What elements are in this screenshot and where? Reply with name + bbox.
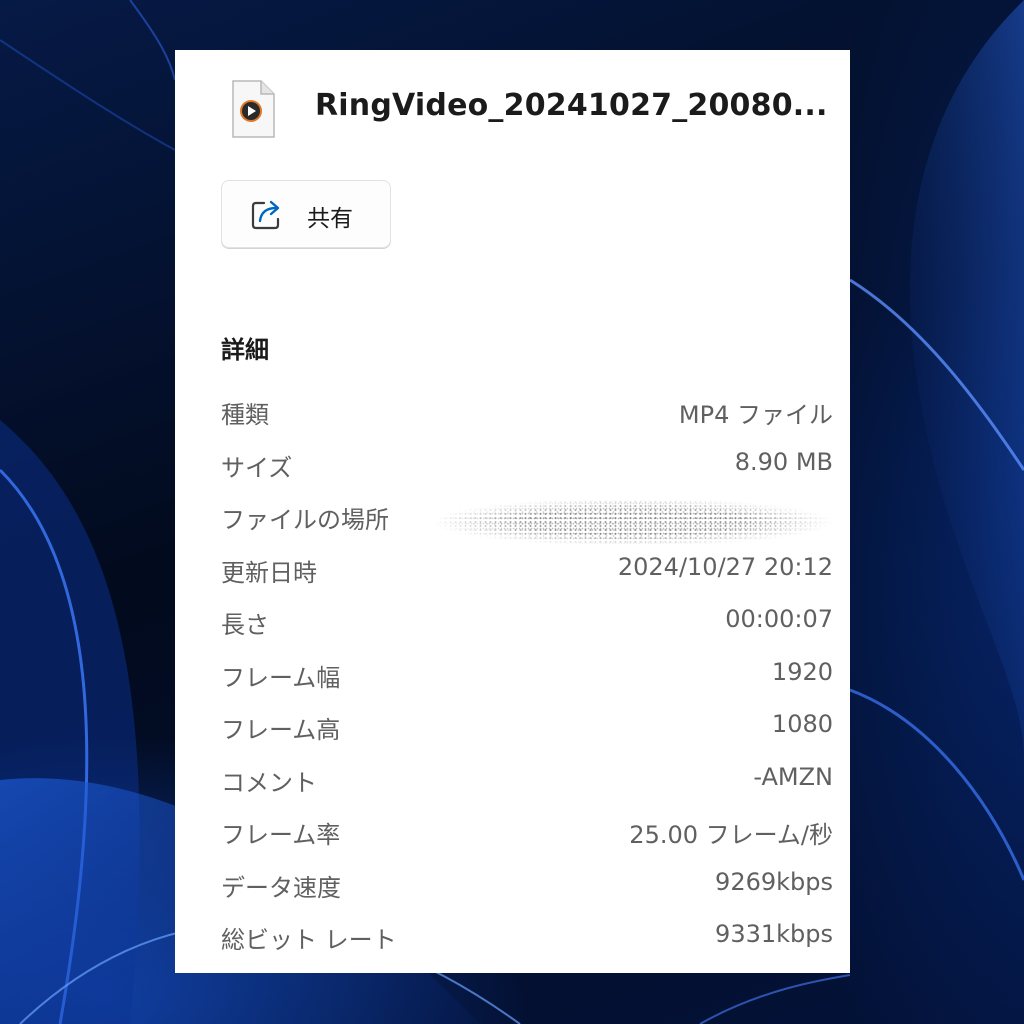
detail-value: 25.00 フレーム/秒 <box>629 821 833 849</box>
detail-row-frame-height: フレーム高 1080 <box>221 700 833 753</box>
detail-label: サイズ <box>221 453 293 482</box>
file-header: RingVideo_20241027_20080... <box>227 80 837 140</box>
detail-label: 総ビット レート <box>221 926 397 954</box>
share-label: 共有 <box>307 206 353 232</box>
detail-label: フレーム率 <box>221 821 341 849</box>
detail-value: 9331kbps <box>715 920 833 948</box>
file-name: RingVideo_20241027_20080... <box>315 88 828 123</box>
detail-value: 1080 <box>771 710 833 738</box>
detail-value: -AMZN <box>753 762 833 791</box>
detail-label: コメント <box>221 768 317 797</box>
detail-label: フレーム幅 <box>221 663 341 692</box>
detail-label: 更新日時 <box>221 558 317 587</box>
details-list: 種類 MP4 ファイル サイズ 8.90 MB ファイルの場所 更新日時 202… <box>221 385 833 963</box>
detail-row-data-rate: データ速度 9269kbps <box>221 858 833 911</box>
detail-label: ファイルの場所 <box>221 506 389 534</box>
share-button[interactable]: 共有 <box>221 180 391 248</box>
detail-label: フレーム高 <box>221 716 341 744</box>
redacted-location-value <box>433 500 833 544</box>
detail-value: 8.90 MB <box>734 447 833 476</box>
detail-row-location: ファイルの場所 <box>221 490 833 544</box>
detail-value: MP4 ファイル <box>678 401 833 429</box>
detail-row-length: 長さ 00:00:07 <box>221 595 833 648</box>
detail-label: 長さ <box>221 611 269 639</box>
detail-row-frame-rate: フレーム率 25.00 フレーム/秒 <box>221 805 833 858</box>
detail-value: 2024/10/27 20:12 <box>617 552 833 581</box>
file-details-panel: RingVideo_20241027_20080... 共有 詳細 種類 MP4… <box>175 50 850 973</box>
detail-row-total-bitrate: 総ビット レート 9331kbps <box>221 910 833 963</box>
detail-value: 1920 <box>771 657 833 686</box>
detail-row-type: 種類 MP4 ファイル <box>221 385 833 438</box>
detail-value: 9269kbps <box>715 867 833 896</box>
detail-value: 00:00:07 <box>725 605 833 633</box>
video-file-icon <box>229 80 275 138</box>
share-icon <box>250 197 284 231</box>
detail-row-frame-width: フレーム幅 1920 <box>221 648 833 701</box>
detail-label: データ速度 <box>221 873 341 902</box>
detail-row-comment: コメント -AMZN <box>221 753 833 806</box>
details-heading: 詳細 <box>221 336 269 364</box>
detail-row-modified: 更新日時 2024/10/27 20:12 <box>221 543 833 596</box>
detail-row-size: サイズ 8.90 MB <box>221 438 833 491</box>
detail-label: 種類 <box>221 401 269 429</box>
